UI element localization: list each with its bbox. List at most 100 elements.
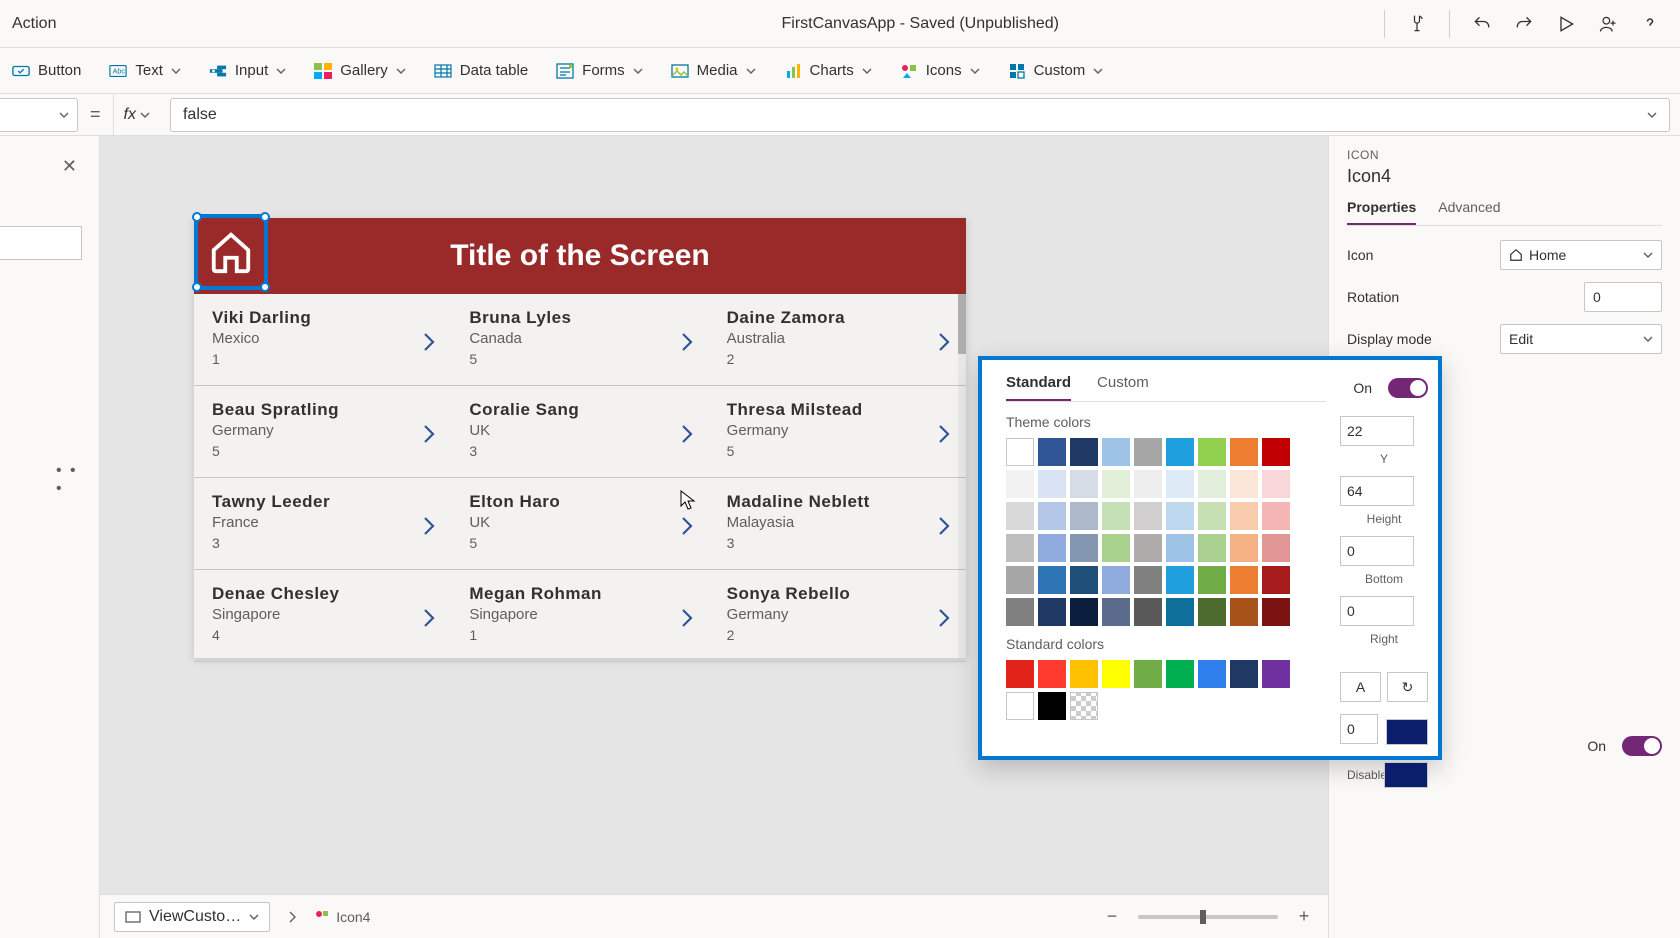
- play-icon[interactable]: [1556, 14, 1576, 34]
- chevron-right-icon[interactable]: [936, 514, 952, 538]
- undo-icon[interactable]: [1472, 14, 1492, 34]
- color-swatch[interactable]: [1070, 438, 1098, 466]
- color-swatch[interactable]: [1230, 534, 1258, 562]
- color-swatch[interactable]: [1166, 470, 1194, 498]
- color-swatch[interactable]: [1198, 502, 1226, 530]
- color-swatch[interactable]: [1038, 598, 1066, 626]
- color-swatch[interactable]: [1198, 566, 1226, 594]
- color-swatch[interactable]: [1262, 660, 1290, 688]
- ribbon-custom[interactable]: Custom: [1008, 62, 1104, 80]
- rotate-button[interactable]: ↻: [1387, 672, 1428, 702]
- color-swatch[interactable]: [1102, 660, 1130, 688]
- displaymode-dropdown[interactable]: Edit: [1500, 324, 1662, 354]
- tree-search-input[interactable]: [0, 226, 82, 260]
- selection-handle[interactable]: [192, 282, 202, 292]
- color-swatch[interactable]: [1070, 502, 1098, 530]
- color-swatch[interactable]: [1006, 502, 1034, 530]
- color-swatch[interactable]: [1102, 438, 1130, 466]
- color-swatch[interactable]: [1038, 566, 1066, 594]
- color-swatch[interactable]: [1230, 598, 1258, 626]
- color-swatch[interactable]: [1262, 438, 1290, 466]
- ribbon-input[interactable]: Input: [209, 62, 286, 80]
- selected-home-icon[interactable]: [194, 214, 268, 290]
- x-input[interactable]: 22: [1340, 416, 1414, 446]
- gallery-item[interactable]: Denae Chesley Singapore 4: [194, 570, 451, 662]
- ribbon-text[interactable]: Abc Text: [109, 62, 181, 80]
- gallery-item[interactable]: Viki Darling Mexico 1: [194, 294, 451, 386]
- property-dropdown[interactable]: [0, 98, 78, 132]
- color-swatch[interactable]: [1102, 566, 1130, 594]
- color-swatch[interactable]: [1166, 598, 1194, 626]
- color-swatch[interactable]: [1038, 470, 1066, 498]
- ribbon-icons[interactable]: Icons: [900, 62, 980, 80]
- color-swatch[interactable]: [1262, 598, 1290, 626]
- colorpicker-tab-standard[interactable]: Standard: [1006, 374, 1071, 401]
- color-swatch[interactable]: [1262, 502, 1290, 530]
- color-swatch[interactable]: [1230, 470, 1258, 498]
- color-swatch[interactable]: [1006, 660, 1034, 688]
- chevron-right-icon[interactable]: [679, 422, 695, 446]
- color-swatch[interactable]: [1070, 566, 1098, 594]
- redo-icon[interactable]: [1514, 14, 1534, 34]
- zoom-in-button[interactable]: +: [1294, 906, 1314, 927]
- gallery-item[interactable]: Megan Rohman Singapore 1: [451, 570, 708, 662]
- color-swatch[interactable]: [1006, 438, 1034, 466]
- color-swatch[interactable]: [1230, 566, 1258, 594]
- chevron-right-icon[interactable]: [936, 606, 952, 630]
- chevron-right-icon[interactable]: [936, 330, 952, 354]
- gallery-item[interactable]: Tawny Leeder France 3: [194, 478, 451, 570]
- selection-handle[interactable]: [260, 282, 270, 292]
- color-swatch[interactable]: [1230, 502, 1258, 530]
- color-swatch[interactable]: [1070, 692, 1098, 720]
- color-swatch[interactable]: [1166, 660, 1194, 688]
- chevron-right-icon[interactable]: [679, 606, 695, 630]
- zoom-slider[interactable]: [1138, 915, 1278, 919]
- color-num-input[interactable]: 0: [1340, 714, 1378, 744]
- formula-input[interactable]: false: [170, 98, 1670, 132]
- ribbon-button[interactable]: Button: [12, 62, 81, 80]
- app-checker-icon[interactable]: [1407, 14, 1427, 34]
- color-swatch[interactable]: [1038, 438, 1066, 466]
- color-swatch[interactable]: [1262, 534, 1290, 562]
- toggle[interactable]: [1388, 378, 1428, 398]
- colorpicker-tab-custom[interactable]: Custom: [1097, 374, 1149, 401]
- color-swatch[interactable]: [1198, 470, 1226, 498]
- zoom-out-button[interactable]: −: [1102, 906, 1122, 927]
- color-swatch[interactable]: [1102, 470, 1130, 498]
- color-swatch[interactable]: [1198, 534, 1226, 562]
- icon-dropdown[interactable]: Home: [1500, 240, 1662, 270]
- breadcrumb-item[interactable]: Icon4: [314, 909, 370, 925]
- ribbon-datatable[interactable]: Data table: [434, 62, 528, 80]
- selection-handle[interactable]: [260, 212, 270, 222]
- color-swatch[interactable]: [1134, 598, 1162, 626]
- gallery-item[interactable]: Sonya Rebello Germany 2: [709, 570, 966, 662]
- color-swatch[interactable]: [1198, 598, 1226, 626]
- color-swatch[interactable]: [1006, 566, 1034, 594]
- color-swatch[interactable]: [1262, 566, 1290, 594]
- scrollbar-thumb[interactable]: [958, 294, 966, 354]
- rotation-input[interactable]: 0: [1584, 282, 1662, 312]
- text-align-button[interactable]: A: [1340, 672, 1381, 702]
- y-input[interactable]: 64: [1340, 476, 1414, 506]
- more-menu[interactable]: • • •: [46, 456, 99, 504]
- chevron-right-icon[interactable]: [421, 422, 437, 446]
- color-swatch[interactable]: [1262, 470, 1290, 498]
- color-swatch[interactable]: [1070, 598, 1098, 626]
- color-swatch[interactable]: [1006, 692, 1034, 720]
- fx-button[interactable]: fx: [113, 94, 160, 135]
- share-icon[interactable]: [1598, 14, 1618, 34]
- color-swatch[interactable]: [1134, 660, 1162, 688]
- h-input[interactable]: 0: [1340, 536, 1414, 566]
- color-swatch[interactable]: [1038, 502, 1066, 530]
- color-swatch[interactable]: [1006, 598, 1034, 626]
- gallery-item[interactable]: Daine Zamora Australia 2: [709, 294, 966, 386]
- ribbon-gallery[interactable]: Gallery: [314, 62, 406, 80]
- color-swatch[interactable]: [1166, 502, 1194, 530]
- color-swatch[interactable]: [1102, 534, 1130, 562]
- zoom-handle[interactable]: [1200, 910, 1206, 924]
- gallery-item[interactable]: Beau Spratling Germany 5: [194, 386, 451, 478]
- tab-properties[interactable]: Properties: [1347, 199, 1416, 225]
- color-chip[interactable]: [1386, 719, 1428, 745]
- color-swatch[interactable]: [1070, 534, 1098, 562]
- color-swatch[interactable]: [1166, 438, 1194, 466]
